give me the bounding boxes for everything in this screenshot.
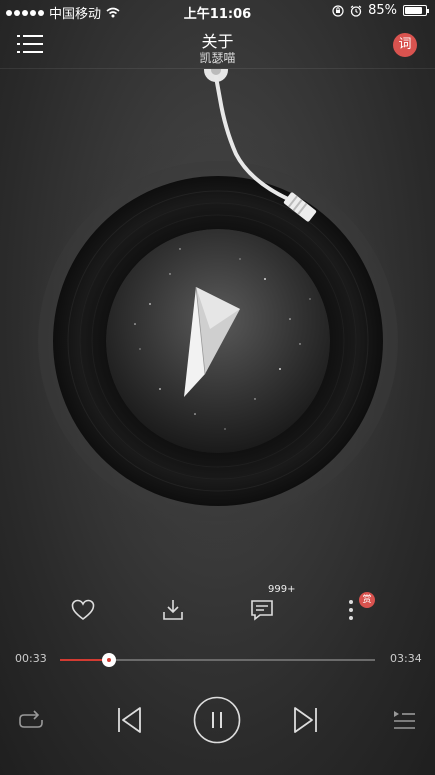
heart-icon xyxy=(71,599,95,621)
orientation-lock-icon xyxy=(332,4,344,17)
playback-controls xyxy=(0,690,435,750)
battery-percent: 85% xyxy=(368,3,397,18)
lyrics-button[interactable]: 词 xyxy=(393,33,417,57)
alarm-icon xyxy=(350,5,362,17)
previous-icon xyxy=(118,707,141,733)
progress-bar: 00:33 03:34 xyxy=(0,648,435,670)
battery-icon xyxy=(403,5,429,16)
more-icon xyxy=(349,600,353,620)
download-icon xyxy=(163,600,183,620)
previous-button[interactable] xyxy=(113,702,145,738)
artist-name[interactable]: 凯瑟喵 xyxy=(0,49,435,66)
playlist-icon xyxy=(394,711,415,729)
status-bar: 中国移动 上午11:06 85% xyxy=(0,0,435,22)
now-playing-header: 关于 凯瑟喵 词 xyxy=(0,22,435,68)
favorite-button[interactable] xyxy=(63,590,103,630)
comment-icon xyxy=(251,600,273,621)
pause-button[interactable] xyxy=(193,696,241,744)
repeat-icon xyxy=(19,710,43,728)
next-button[interactable] xyxy=(290,702,322,738)
progress-track[interactable] xyxy=(60,653,375,667)
player-screen: 中国移动 上午11:06 85% 关于 凯瑟喵 词 999+ 赏 00:33 0… xyxy=(0,0,435,775)
progress-knob[interactable] xyxy=(101,653,116,667)
next-icon xyxy=(294,707,317,733)
elapsed-time: 00:33 xyxy=(15,652,47,665)
comment-button[interactable] xyxy=(242,590,282,630)
pause-icon xyxy=(193,696,241,744)
download-button[interactable] xyxy=(153,590,193,630)
playlist-button[interactable] xyxy=(389,705,419,735)
reward-badge[interactable]: 赏 xyxy=(359,592,375,608)
album-disc-area[interactable] xyxy=(0,58,435,569)
total-time: 03:34 xyxy=(390,652,422,665)
album-art xyxy=(106,229,330,453)
repeat-button[interactable] xyxy=(16,705,46,735)
comment-count: 999+ xyxy=(268,584,296,595)
action-toolbar: 999+ 赏 xyxy=(0,584,435,630)
